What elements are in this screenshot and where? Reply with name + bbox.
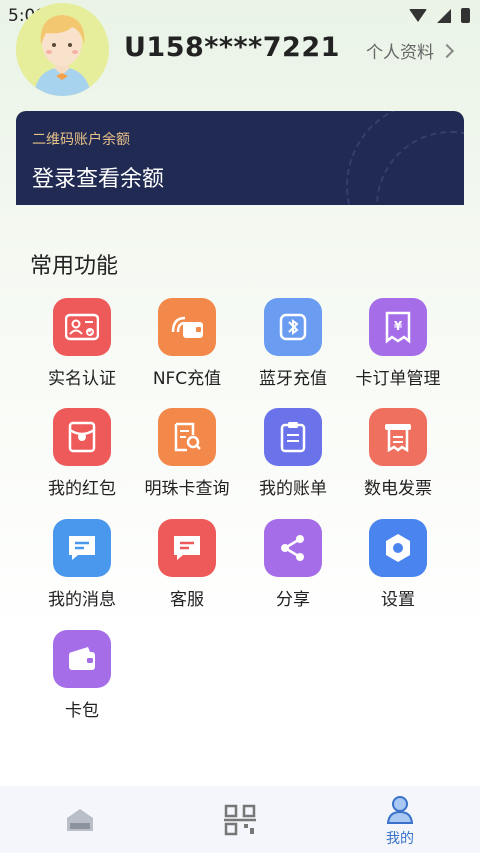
customer-service-icon bbox=[158, 519, 216, 577]
login-view-balance[interactable]: 登录查看余额 bbox=[32, 161, 164, 193]
profile-link-label: 个人资料 bbox=[366, 43, 434, 63]
function-label: 卡订单管理 bbox=[355, 369, 441, 389]
message-icon bbox=[53, 519, 111, 577]
wifi-icon bbox=[409, 9, 427, 22]
function-my-messages[interactable]: 我的消息 bbox=[22, 519, 142, 619]
function-label: 我的账单 bbox=[259, 479, 327, 499]
red-envelope-icon bbox=[53, 408, 111, 466]
share-icon bbox=[264, 519, 322, 577]
function-card-orders[interactable]: ¥ 卡订单管理 bbox=[338, 298, 458, 398]
function-label: 我的消息 bbox=[48, 590, 116, 610]
status-icons bbox=[409, 8, 470, 23]
order-icon: ¥ bbox=[369, 298, 427, 356]
function-label: 数电发票 bbox=[364, 479, 432, 499]
profile-link[interactable]: 个人资料 bbox=[366, 38, 455, 63]
section-title: 常用功能 bbox=[30, 254, 119, 279]
invoice-icon bbox=[369, 408, 427, 466]
function-label: NFC充值 bbox=[152, 369, 222, 389]
avatar-illustration-icon bbox=[16, 3, 109, 96]
function-label: 卡包 bbox=[65, 701, 99, 721]
qr-code-icon bbox=[224, 804, 256, 836]
function-label: 设置 bbox=[381, 590, 415, 610]
bluetooth-icon bbox=[264, 298, 322, 356]
function-red-envelope[interactable]: 我的红包 bbox=[22, 408, 142, 508]
function-card-query[interactable]: 明珠卡查询 bbox=[127, 408, 247, 508]
person-icon bbox=[386, 796, 414, 824]
username: U158****7221 bbox=[124, 32, 340, 63]
function-settings[interactable]: 设置 bbox=[338, 519, 458, 619]
wallet-icon bbox=[53, 630, 111, 688]
function-bluetooth-recharge[interactable]: 蓝牙充值 bbox=[233, 298, 353, 398]
nfc-card-icon bbox=[158, 298, 216, 356]
function-real-name-auth[interactable]: 实名认证 bbox=[22, 298, 142, 398]
settings-icon bbox=[369, 519, 427, 577]
battery-icon bbox=[461, 8, 470, 23]
function-label: 明珠卡查询 bbox=[144, 479, 230, 499]
bill-icon bbox=[264, 408, 322, 466]
balance-card[interactable]: 二维码账户余额 登录查看余额 bbox=[16, 111, 464, 205]
nav-home[interactable] bbox=[40, 786, 120, 853]
function-card-wallet[interactable]: 卡包 bbox=[22, 630, 142, 730]
function-customer-service[interactable]: 客服 bbox=[127, 519, 247, 619]
id-card-icon bbox=[53, 298, 111, 356]
nav-mine[interactable]: 我的 bbox=[360, 786, 440, 853]
function-share[interactable]: 分享 bbox=[233, 519, 353, 619]
svg-text:¥: ¥ bbox=[394, 319, 403, 333]
function-e-invoice[interactable]: 数电发票 bbox=[338, 408, 458, 508]
home-icon bbox=[67, 809, 93, 831]
function-label: 客服 bbox=[170, 590, 204, 610]
function-label: 我的红包 bbox=[48, 479, 116, 499]
chevron-right-icon bbox=[439, 43, 455, 58]
function-label: 分享 bbox=[276, 590, 310, 610]
bottom-nav: 我的 bbox=[0, 786, 480, 853]
function-nfc-recharge[interactable]: NFC充值 bbox=[127, 298, 247, 398]
signal-icon bbox=[437, 8, 451, 23]
function-label: 蓝牙充值 bbox=[259, 369, 327, 389]
function-label: 实名认证 bbox=[48, 369, 116, 389]
card-search-icon bbox=[158, 408, 216, 466]
avatar[interactable] bbox=[16, 3, 109, 96]
nav-label: 我的 bbox=[386, 831, 414, 847]
balance-title: 二维码账户余额 bbox=[32, 132, 130, 148]
function-my-bills[interactable]: 我的账单 bbox=[233, 408, 353, 508]
nav-qr-code[interactable] bbox=[200, 786, 280, 853]
